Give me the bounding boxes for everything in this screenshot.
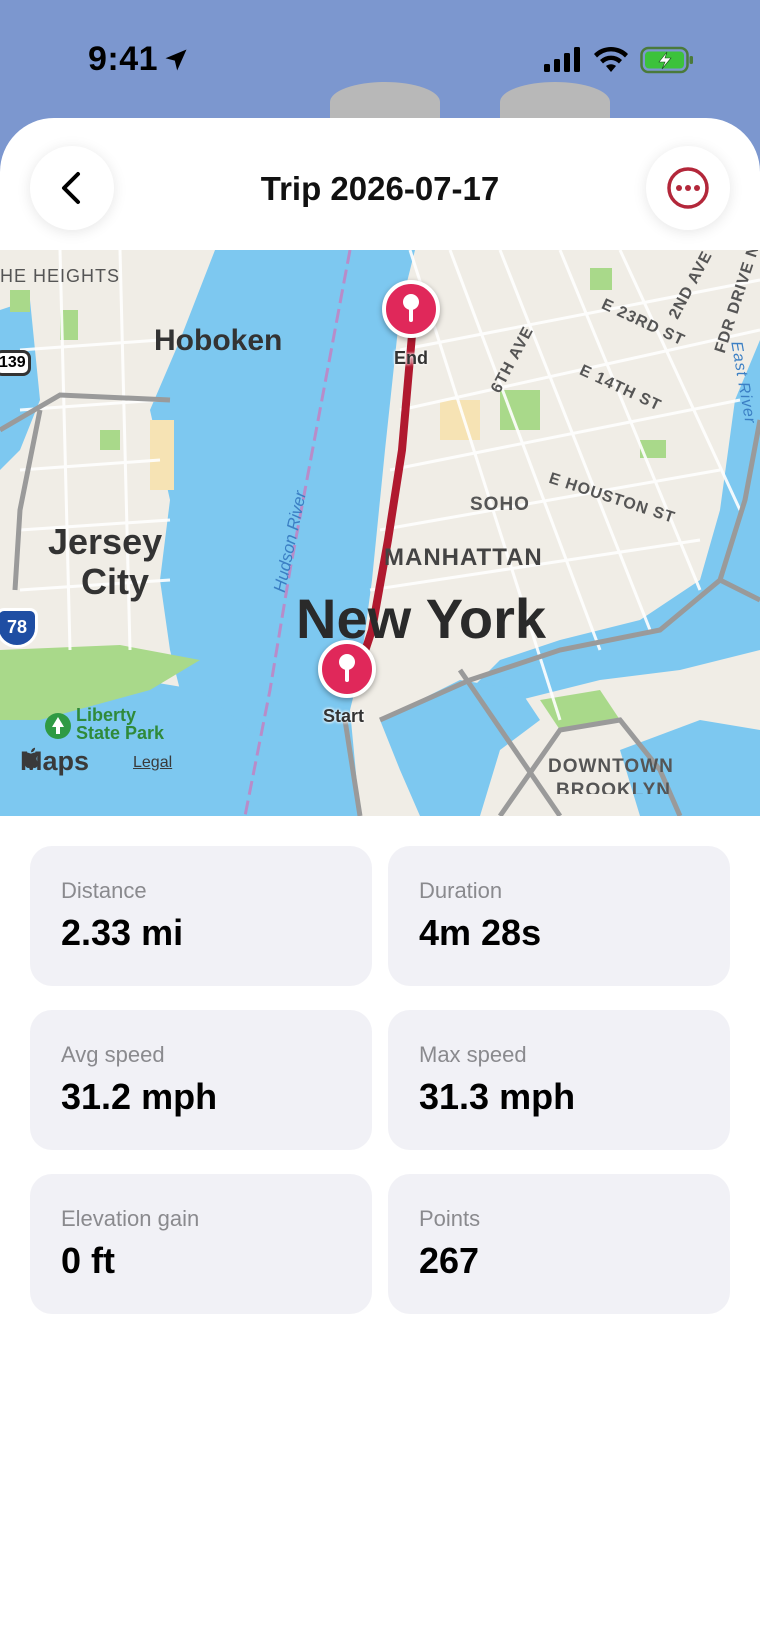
stat-card-duration: Duration 4m 28s <box>388 846 730 986</box>
map-label-jersey-line2: City <box>81 561 150 602</box>
map-label-liberty-state-park: Liberty State Park <box>76 706 164 742</box>
stat-card-points: Points 267 <box>388 1174 730 1314</box>
map-label-brooklyn: BROOKLYN <box>556 780 671 794</box>
map-label-downtown: DOWNTOWN <box>548 756 674 777</box>
battery-charging-icon <box>640 46 693 74</box>
stat-value: 2.33 mi <box>61 912 184 953</box>
stat-value: 4m 28s <box>419 912 542 953</box>
apple-logo-icon <box>22 747 40 768</box>
map-background-terrain <box>330 82 440 122</box>
stat-label: Points <box>419 1206 481 1231</box>
nav-bar: Trip 2026-07-17 <box>0 118 760 250</box>
trip-map[interactable]: HE HEIGHTS Hoboken Jersey City Hudson Ri… <box>0 250 760 816</box>
map-label-manhattan: MANHATTAN <box>384 544 543 571</box>
start-pin-icon[interactable] <box>318 640 376 698</box>
map-background-terrain <box>500 82 610 122</box>
park-icon <box>45 713 71 739</box>
ellipsis-circle-icon <box>667 167 709 209</box>
stat-label: Max speed <box>419 1042 527 1067</box>
map-label-heights: HE HEIGHTS <box>0 266 121 286</box>
stat-value: 267 <box>419 1240 480 1281</box>
status-bar: 9:41 <box>0 0 760 122</box>
apple-maps-logo: Maps <box>20 746 89 777</box>
stat-card-avg-speed: Avg speed 31.2 mph <box>30 1010 372 1150</box>
stat-value: 31.3 mph <box>419 1076 576 1117</box>
stat-label: Distance <box>61 878 147 903</box>
map-label-jersey-line1: Jersey <box>48 521 163 562</box>
more-button[interactable] <box>646 146 730 230</box>
end-pin-label: End <box>394 348 428 368</box>
stat-card-max-speed: Max speed 31.3 mph <box>388 1010 730 1150</box>
stat-label: Avg speed <box>61 1042 165 1067</box>
map-label-liberty-line2: State Park <box>76 723 165 743</box>
end-pin-icon[interactable] <box>382 280 440 338</box>
route-shield-139: 139 <box>0 350 31 376</box>
wifi-icon <box>594 46 628 72</box>
stat-value: 0 ft <box>61 1240 115 1281</box>
start-pin-label: Start <box>323 706 365 726</box>
map-label-jersey-city: Jersey City <box>48 522 162 602</box>
cellular-signal-icon <box>544 47 580 72</box>
stat-label: Duration <box>419 878 503 903</box>
stat-label: Elevation gain <box>61 1206 200 1231</box>
map-label-hoboken: Hoboken <box>154 324 283 357</box>
map-label-liberty-line1: Liberty <box>76 705 137 725</box>
stat-value: 31.2 mph <box>61 1076 218 1117</box>
trip-detail-sheet: Trip 2026-07-17 HE HEIGHTS Hoboken Jerse… <box>0 118 760 1652</box>
legal-link[interactable]: Legal <box>133 754 172 772</box>
stat-card-elevation-gain: Elevation gain 0 ft <box>30 1174 372 1314</box>
location-arrow-icon <box>165 49 187 71</box>
map-label-new-york: New York <box>296 587 547 650</box>
status-time: 9:41 <box>88 40 159 78</box>
map-label-soho: SOHO <box>470 494 530 515</box>
stat-card-distance: Distance 2.33 mi <box>30 846 372 986</box>
